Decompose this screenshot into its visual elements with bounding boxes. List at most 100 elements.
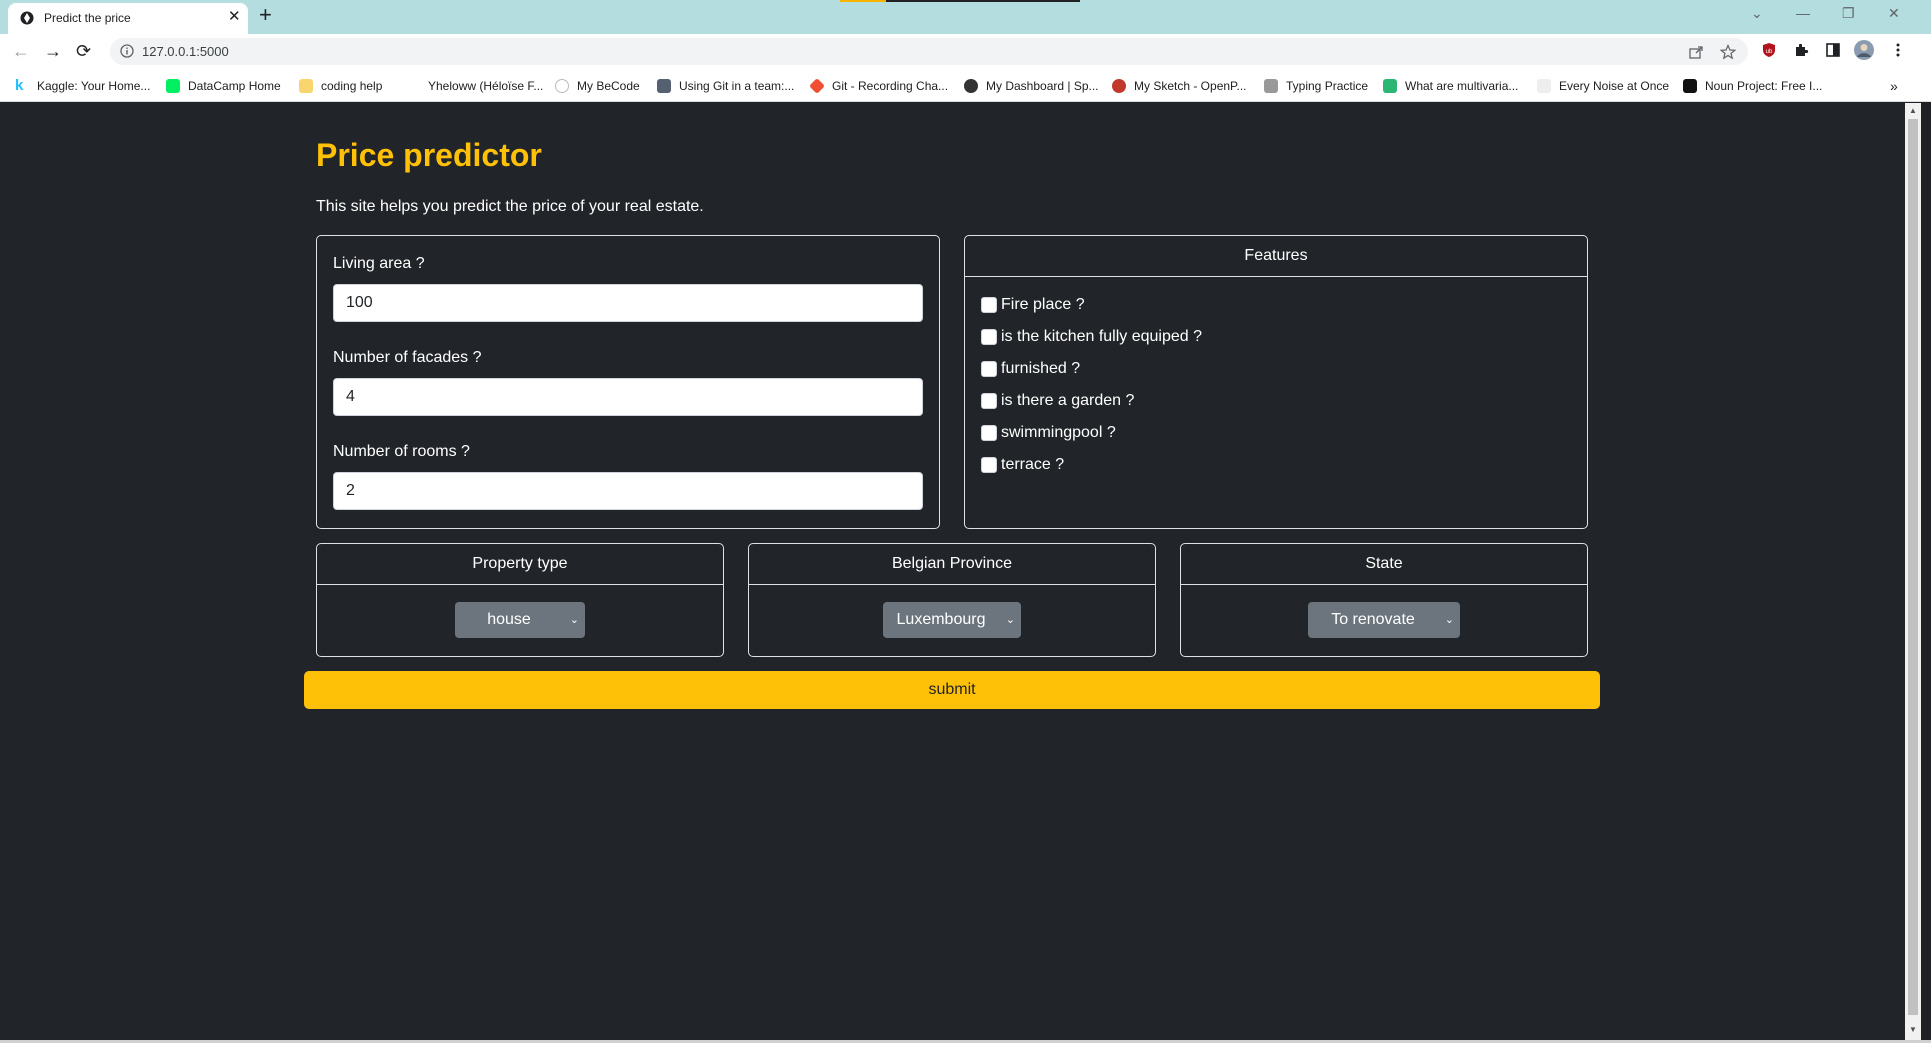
submit-button[interactable]: submit bbox=[304, 671, 1600, 709]
site-info-icon[interactable] bbox=[120, 44, 134, 58]
url-text: 127.0.0.1:5000 bbox=[142, 44, 229, 59]
extensions-icon[interactable] bbox=[1793, 42, 1809, 58]
page-lead: This site helps you predict the price of… bbox=[316, 198, 704, 215]
features-card: Features Fire place ? is the kitchen ful… bbox=[964, 235, 1588, 529]
checkbox[interactable] bbox=[981, 329, 997, 345]
feature-label: swimmingpool ? bbox=[1001, 424, 1116, 441]
select-value: To renovate bbox=[1331, 611, 1415, 628]
address-bar[interactable]: 127.0.0.1:5000 bbox=[110, 38, 1748, 65]
page-scrollbar[interactable]: ▲ ▼ bbox=[1905, 103, 1921, 1040]
back-icon[interactable]: ← bbox=[12, 40, 30, 62]
browser-tab-active[interactable]: Predict the price ✕ bbox=[8, 3, 248, 34]
chevron-down-icon: ⌄ bbox=[569, 614, 579, 626]
share-icon[interactable] bbox=[1688, 44, 1704, 60]
tab-strip-accent bbox=[840, 0, 886, 2]
features-header: Features bbox=[965, 236, 1587, 277]
property-type-card: Property type house ⌄ bbox=[316, 543, 724, 657]
chevron-down-icon: ⌄ bbox=[1005, 614, 1015, 626]
living-area-input[interactable] bbox=[333, 284, 923, 322]
checkbox[interactable] bbox=[981, 297, 997, 313]
numeric-inputs-card: Living area ? Number of facades ? Number… bbox=[316, 235, 940, 529]
bookmark-label: DataCamp Home bbox=[188, 79, 281, 93]
bookmark-label: Kaggle: Your Home... bbox=[37, 79, 151, 93]
github-icon bbox=[406, 79, 420, 93]
bookmark-label: coding help bbox=[321, 79, 383, 93]
bookmark-label: Yheloww (Héloïse F... bbox=[428, 79, 544, 93]
select-value: house bbox=[487, 611, 531, 628]
state-select[interactable]: To renovate ⌄ bbox=[1308, 602, 1460, 638]
chevron-down-icon: ⌄ bbox=[1444, 614, 1454, 626]
property-type-select[interactable]: house ⌄ bbox=[455, 602, 585, 638]
feature-label: terrace ? bbox=[1001, 456, 1065, 473]
close-window-icon[interactable]: ✕ bbox=[1888, 4, 1900, 22]
datacamp-icon bbox=[166, 79, 180, 93]
bookmark-becode[interactable]: My BeCode bbox=[555, 78, 640, 94]
tab-strip-accent-dark bbox=[886, 0, 1080, 2]
checkbox[interactable] bbox=[981, 457, 997, 473]
feature-label: furnished ? bbox=[1001, 360, 1081, 377]
feature-garden[interactable]: is there a garden ? bbox=[981, 392, 1134, 410]
page-icon bbox=[1537, 79, 1551, 93]
new-tab-button[interactable]: + bbox=[259, 3, 272, 27]
feature-label: is the kitchen fully equiped ? bbox=[1001, 328, 1203, 345]
avatar-icon bbox=[657, 79, 671, 93]
checkbox[interactable] bbox=[981, 393, 997, 409]
folder-icon bbox=[299, 79, 313, 93]
bookmarks-bar: k Kaggle: Your Home... DataCamp Home codi… bbox=[0, 70, 1931, 102]
province-select[interactable]: Luxembourg ⌄ bbox=[883, 602, 1021, 638]
profile-avatar-icon[interactable] bbox=[1853, 39, 1875, 61]
tab-search-icon[interactable]: ⌄ bbox=[1751, 4, 1763, 22]
bookmark-typing-practice[interactable]: Typing Practice bbox=[1264, 78, 1368, 94]
feature-furnished[interactable]: furnished ? bbox=[981, 360, 1080, 378]
scroll-up-icon[interactable]: ▲ bbox=[1908, 106, 1918, 115]
checkbox[interactable] bbox=[981, 361, 997, 377]
bookmark-label: Every Noise at Once bbox=[1559, 79, 1670, 93]
province-card: Belgian Province Luxembourg ⌄ bbox=[748, 543, 1156, 657]
bookmark-openprocessing[interactable]: My Sketch - OpenP... bbox=[1112, 78, 1247, 94]
bookmark-label: My BeCode bbox=[577, 79, 640, 93]
checkbox[interactable] bbox=[981, 425, 997, 441]
bookmarks-overflow-icon[interactable]: » bbox=[1890, 78, 1898, 94]
kaggle-icon: k bbox=[15, 77, 24, 94]
bookmark-dashboard[interactable]: My Dashboard | Sp... bbox=[964, 78, 1099, 94]
bookmark-coding-help[interactable]: coding help bbox=[299, 78, 382, 94]
facades-input[interactable] bbox=[333, 378, 923, 416]
feature-fireplace[interactable]: Fire place ? bbox=[981, 296, 1085, 314]
dashboard-icon bbox=[964, 79, 978, 93]
property-type-header: Property type bbox=[317, 544, 723, 585]
bookmark-datacamp[interactable]: DataCamp Home bbox=[166, 78, 281, 94]
openprocessing-icon bbox=[1112, 79, 1126, 93]
shield-icon bbox=[1383, 79, 1397, 93]
feature-kitchen[interactable]: is the kitchen fully equiped ? bbox=[981, 328, 1202, 346]
ublock-icon[interactable]: ub bbox=[1761, 42, 1777, 58]
feature-label: is there a garden ? bbox=[1001, 392, 1135, 409]
nounproject-icon bbox=[1683, 79, 1697, 93]
forward-icon[interactable]: → bbox=[44, 40, 62, 62]
state-card: State To renovate ⌄ bbox=[1180, 543, 1588, 657]
bookmark-git-team[interactable]: Using Git in a team:... bbox=[657, 78, 794, 94]
reload-icon[interactable]: ⟳ bbox=[76, 40, 91, 62]
bookmark-github[interactable]: Yheloww (Héloïse F... bbox=[406, 78, 543, 94]
tab-title: Predict the price bbox=[44, 11, 131, 25]
scrollbar-thumb[interactable] bbox=[1908, 119, 1918, 1015]
minimize-icon[interactable]: — bbox=[1796, 4, 1810, 22]
feature-label: Fire place ? bbox=[1001, 296, 1085, 313]
feature-terrace[interactable]: terrace ? bbox=[981, 456, 1064, 474]
bookmark-multivariate[interactable]: What are multivaria... bbox=[1383, 78, 1518, 94]
bookmark-noun-project[interactable]: Noun Project: Free I... bbox=[1683, 78, 1822, 94]
tab-close-icon[interactable]: ✕ bbox=[228, 8, 241, 26]
bookmark-kaggle[interactable]: k Kaggle: Your Home... bbox=[15, 78, 150, 94]
living-area-label: Living area ? bbox=[333, 255, 425, 272]
restore-icon[interactable]: ❐ bbox=[1842, 4, 1855, 22]
bookmark-star-icon[interactable] bbox=[1720, 44, 1736, 60]
scroll-down-icon[interactable]: ▼ bbox=[1908, 1025, 1918, 1034]
bookmark-every-noise[interactable]: Every Noise at Once bbox=[1537, 78, 1669, 94]
bookmark-label: Git - Recording Cha... bbox=[832, 79, 949, 93]
feature-swimmingpool[interactable]: swimmingpool ? bbox=[981, 424, 1116, 442]
side-panel-icon[interactable] bbox=[1825, 42, 1841, 58]
git-icon bbox=[809, 78, 825, 94]
state-header: State bbox=[1181, 544, 1587, 585]
bookmark-git-recording[interactable]: Git - Recording Cha... bbox=[809, 78, 949, 94]
browser-menu-icon[interactable] bbox=[1893, 42, 1903, 58]
rooms-input[interactable] bbox=[333, 472, 923, 510]
